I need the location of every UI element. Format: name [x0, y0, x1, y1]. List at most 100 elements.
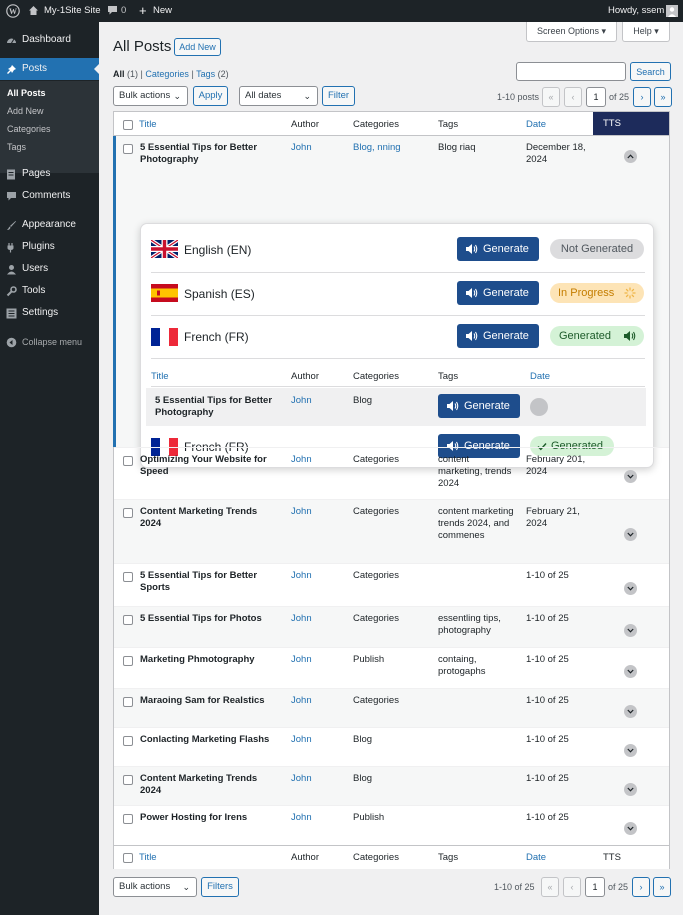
post-title-link[interactable]: Content Marketing Trends 2024: [140, 773, 280, 797]
submenu-all-posts[interactable]: All Posts: [7, 84, 46, 102]
post-title-link[interactable]: Maraoing Sam for Realstics: [140, 695, 280, 707]
menu-plugins[interactable]: Plugins: [0, 236, 99, 258]
post-title-link[interactable]: Content Marketing Trends 2024: [140, 506, 280, 530]
post-author[interactable]: John: [291, 773, 312, 785]
column-date[interactable]: Date: [526, 852, 546, 864]
row-checkbox[interactable]: [123, 697, 133, 707]
menu-posts[interactable]: Posts: [0, 58, 99, 80]
post-title-link[interactable]: 5 Essential Tips for Photos: [140, 613, 280, 625]
tts-expand-button[interactable]: [624, 470, 637, 483]
prev-page-button[interactable]: ‹: [564, 87, 582, 107]
tts-expand-button[interactable]: [624, 705, 637, 718]
post-author[interactable]: John: [291, 570, 312, 582]
submenu-tags[interactable]: Tags: [7, 138, 26, 156]
row-checkbox[interactable]: [123, 775, 133, 785]
tts-collapse-button[interactable]: [624, 150, 637, 163]
menu-appearance[interactable]: Appearance: [0, 214, 99, 236]
tts-expand-button[interactable]: [624, 783, 637, 796]
post-author[interactable]: John: [291, 613, 312, 625]
menu-comments[interactable]: Comments: [0, 185, 99, 207]
column-title[interactable]: Title: [139, 119, 157, 131]
column-date[interactable]: Date: [526, 119, 546, 131]
post-author[interactable]: John: [291, 695, 312, 707]
wordpress-logo-icon[interactable]: W: [6, 0, 20, 22]
sub-column-title[interactable]: Title: [151, 371, 169, 383]
screen-options-button[interactable]: Screen Options ▾: [526, 22, 617, 42]
post-author[interactable]: John: [291, 142, 312, 154]
row-checkbox[interactable]: [123, 615, 133, 625]
dates-select[interactable]: All dates ⌄: [239, 86, 318, 106]
comments-count[interactable]: 0: [121, 0, 126, 22]
help-button[interactable]: Help ▾: [622, 22, 670, 42]
generate-button[interactable]: Generate: [457, 237, 539, 261]
menu-dashboard[interactable]: Dashboard: [0, 29, 99, 51]
menu-collapse[interactable]: Collapse menu: [0, 331, 99, 353]
tts-expand-button[interactable]: [624, 582, 637, 595]
bulk-actions-select[interactable]: Bulk actions ⌄: [113, 877, 197, 897]
first-page-button[interactable]: «: [541, 877, 559, 897]
search-input[interactable]: [516, 62, 626, 81]
generate-button[interactable]: Generate: [457, 324, 539, 348]
sub-post-title[interactable]: 5 Essential Tips for Better Photography: [155, 395, 280, 419]
menu-settings[interactable]: Settings: [0, 302, 99, 324]
home-icon[interactable]: [28, 0, 39, 22]
post-title-link[interactable]: 5 Essential Tips for Better Photography: [140, 142, 275, 166]
menu-tools[interactable]: Tools: [0, 280, 99, 302]
filters-button[interactable]: Filters: [201, 877, 239, 897]
row-checkbox[interactable]: [123, 572, 133, 582]
next-page-button[interactable]: ›: [633, 87, 651, 107]
site-name-link[interactable]: My-1Site Site: [44, 0, 101, 22]
tts-expand-button[interactable]: [624, 624, 637, 637]
filter-categories-link[interactable]: Categories: [145, 69, 189, 79]
tts-expand-button[interactable]: [624, 822, 637, 835]
tts-expand-button[interactable]: [624, 744, 637, 757]
plus-icon[interactable]: +: [139, 0, 147, 22]
apply-button[interactable]: Apply: [193, 86, 228, 106]
post-categories[interactable]: Blog, nning: [353, 142, 401, 154]
select-all-checkbox[interactable]: [123, 120, 133, 130]
row-checkbox[interactable]: [123, 144, 133, 154]
row-checkbox[interactable]: [123, 814, 133, 824]
filter-tags-link[interactable]: Tags: [196, 69, 215, 79]
menu-users[interactable]: Users: [0, 258, 99, 280]
prev-page-button[interactable]: ‹: [563, 877, 581, 897]
current-page-input[interactable]: 1: [585, 877, 605, 897]
filter-all-link[interactable]: All: [113, 69, 125, 79]
post-author[interactable]: John: [291, 506, 312, 518]
comments-icon[interactable]: [107, 0, 118, 22]
howdy-user[interactable]: Howdy, ssem: [608, 0, 664, 22]
tts-expand-button[interactable]: [624, 528, 637, 541]
row-checkbox[interactable]: [123, 508, 133, 518]
bulk-actions-select[interactable]: Bulk actions ⌄: [113, 86, 188, 106]
generate-button[interactable]: Generate: [438, 394, 520, 418]
last-page-button[interactable]: »: [654, 87, 672, 107]
last-page-button[interactable]: »: [653, 877, 671, 897]
generate-button[interactable]: Generate: [457, 281, 539, 305]
post-title-link[interactable]: Marketing Phmotography: [140, 654, 280, 666]
post-title-link[interactable]: Conlacting Marketing Flashs: [140, 734, 280, 746]
first-page-button[interactable]: «: [542, 87, 560, 107]
post-title-link[interactable]: Power Hosting for Irens: [140, 812, 280, 824]
post-author[interactable]: John: [291, 654, 312, 666]
current-page-input[interactable]: 1: [586, 87, 606, 107]
select-all-checkbox[interactable]: [123, 853, 133, 863]
column-title[interactable]: Title: [139, 852, 157, 864]
avatar[interactable]: [666, 0, 678, 22]
post-author[interactable]: John: [291, 812, 312, 824]
post-title-link[interactable]: 5 Essential Tips for Better Sports: [140, 570, 280, 594]
next-page-button[interactable]: ›: [632, 877, 650, 897]
new-content-link[interactable]: New: [153, 0, 172, 22]
row-checkbox[interactable]: [123, 456, 133, 466]
filter-button[interactable]: Filter: [322, 86, 355, 106]
submenu-categories[interactable]: Categories: [7, 120, 51, 138]
row-checkbox[interactable]: [123, 656, 133, 666]
sub-post-author[interactable]: John: [291, 395, 312, 407]
post-title-link[interactable]: Optimizing Your Website for Speed: [140, 454, 280, 478]
add-new-button[interactable]: Add New: [174, 38, 221, 56]
post-author[interactable]: John: [291, 454, 312, 466]
submenu-add-new[interactable]: Add New: [7, 102, 44, 120]
post-author[interactable]: John: [291, 734, 312, 746]
tts-expand-button[interactable]: [624, 665, 637, 678]
row-checkbox[interactable]: [123, 736, 133, 746]
search-button[interactable]: Search: [630, 62, 671, 81]
